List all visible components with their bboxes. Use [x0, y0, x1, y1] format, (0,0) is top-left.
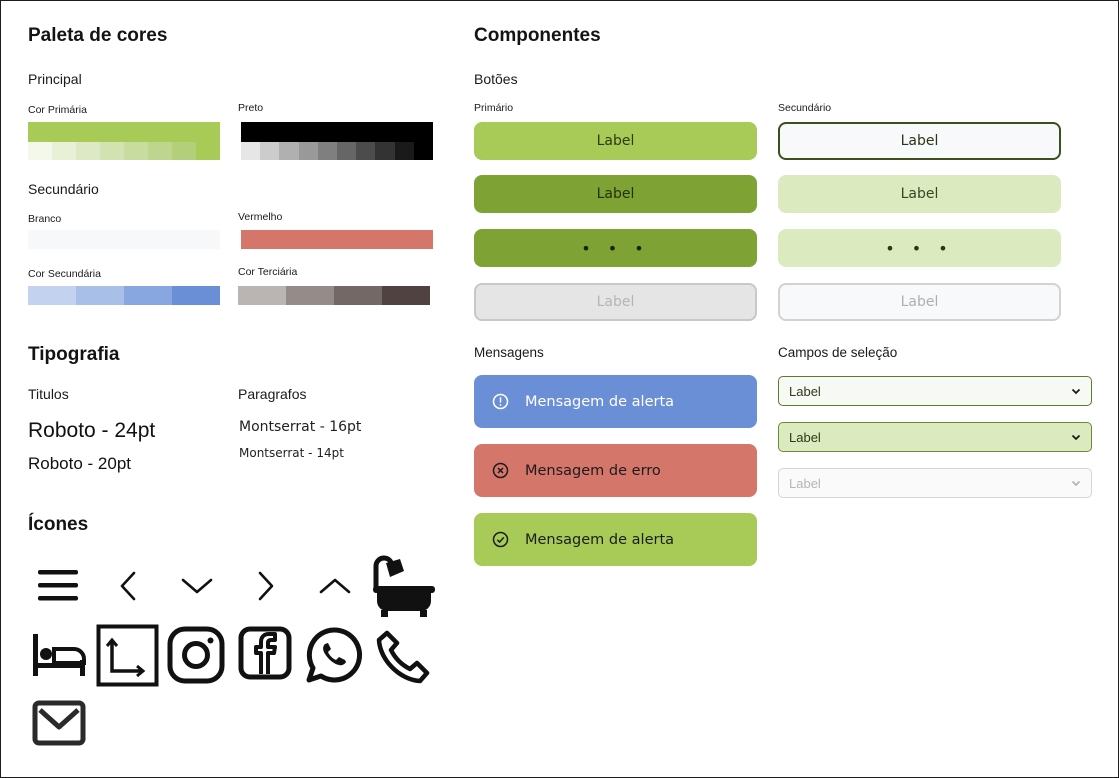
secondary-buttons-label: Secundário: [778, 102, 832, 114]
tertiary-color-label: Cor Terciária: [238, 266, 298, 278]
chevron-down-icon: [1071, 388, 1081, 394]
bed-icon: [33, 634, 86, 676]
white-color-swatch: [28, 230, 220, 249]
primary-color-swatch: [28, 122, 220, 142]
primary-shades: [28, 142, 220, 160]
primary-button-loading[interactable]: • • •: [474, 229, 757, 267]
color-swatch: [100, 142, 124, 160]
buttons-label: Botões: [474, 71, 518, 87]
bathtub-icon: [373, 555, 435, 617]
error-message-text: Mensagem de erro: [525, 462, 661, 479]
facebook-icon[interactable]: [238, 626, 292, 680]
phone-icon[interactable]: [375, 629, 431, 685]
components-title: Componentes: [474, 25, 601, 46]
chevron-down-icon[interactable]: [180, 576, 214, 596]
select-value: Label: [789, 383, 821, 399]
color-swatch: [356, 142, 376, 160]
color-swatch: [52, 142, 76, 160]
color-swatch: [298, 142, 318, 160]
color-swatch: [238, 286, 286, 305]
color-swatch: [334, 286, 382, 305]
messages-label: Mensagens: [474, 345, 544, 360]
menu-icon[interactable]: [36, 568, 80, 604]
color-swatch: [241, 142, 261, 160]
success-message: Mensagem de alerta: [474, 513, 757, 566]
select-field-default[interactable]: Label: [778, 376, 1092, 406]
paragrafos-label: Paragrafos: [238, 386, 307, 402]
select-value: Label: [789, 475, 821, 491]
primary-button-disabled[interactable]: Label: [474, 283, 757, 321]
heading-24-sample: Roboto - 24pt: [28, 419, 156, 442]
chevron-up-icon[interactable]: [318, 576, 352, 596]
typography-title: Tipografia: [28, 344, 120, 365]
chevron-right-icon[interactable]: [254, 570, 278, 602]
area-icon: [96, 624, 159, 687]
info-icon: [492, 393, 509, 410]
palette-title: Paleta de cores: [28, 25, 168, 46]
secondary-color-label: Cor Secundária: [28, 268, 101, 280]
secondary-button-disabled[interactable]: Label: [778, 283, 1061, 321]
color-swatch: [260, 142, 280, 160]
tertiary-shades: [238, 286, 430, 305]
success-message-text: Mensagem de alerta: [525, 531, 675, 548]
primary-button-hover[interactable]: Label: [474, 175, 757, 213]
color-swatch: [28, 142, 52, 160]
chevron-down-icon: [1071, 434, 1081, 440]
chevron-left-icon[interactable]: [116, 570, 140, 602]
color-swatch: [286, 286, 334, 305]
paragraph-16-sample: Montserrat - 16pt: [239, 419, 362, 435]
color-swatch: [317, 142, 338, 160]
color-swatch: [124, 286, 172, 305]
mail-icon[interactable]: [32, 700, 86, 746]
whatsapp-icon[interactable]: [304, 625, 364, 685]
color-swatch: [196, 142, 220, 160]
principal-label: Principal: [28, 71, 82, 87]
select-value: Label: [789, 429, 821, 445]
black-shades: [241, 142, 434, 160]
check-circle-icon: [492, 531, 509, 548]
color-swatch: [76, 142, 100, 160]
close-circle-icon: [492, 462, 509, 479]
instagram-icon[interactable]: [167, 626, 225, 684]
secondary-button-loading[interactable]: • • •: [778, 229, 1061, 267]
select-field-active[interactable]: Label: [778, 422, 1092, 452]
color-swatch: [148, 142, 172, 160]
black-color-swatch: [241, 122, 433, 142]
alert-message-text: Mensagem de alerta: [525, 393, 675, 410]
error-message: Mensagem de erro: [474, 444, 757, 497]
white-color-label: Branco: [28, 213, 62, 225]
color-swatch: [76, 286, 124, 305]
red-color-label: Vermelho: [238, 211, 283, 223]
color-swatch: [172, 286, 220, 305]
black-color-label: Preto: [238, 102, 264, 114]
alert-message: Mensagem de alerta: [474, 375, 757, 428]
titulos-label: Titulos: [28, 386, 69, 402]
primary-button-default[interactable]: Label: [474, 122, 757, 160]
color-swatch: [375, 142, 395, 160]
color-swatch: [382, 286, 430, 305]
paragraph-14-sample: Montserrat - 14pt: [239, 446, 344, 460]
primary-color-label: Cor Primária: [28, 104, 87, 116]
heading-20-sample: Roboto - 20pt: [28, 454, 132, 473]
selects-label: Campos de seleção: [778, 345, 898, 360]
primary-buttons-label: Primário: [474, 102, 514, 114]
color-swatch: [172, 142, 196, 160]
secondary-button-hover[interactable]: Label: [778, 175, 1061, 213]
color-swatch: [28, 286, 76, 305]
color-swatch: [279, 142, 299, 160]
red-color-swatch: [241, 230, 433, 249]
color-swatch: [124, 142, 148, 160]
icons-title: Ícones: [28, 514, 89, 535]
color-swatch: [337, 142, 357, 160]
select-field-disabled[interactable]: Label: [778, 468, 1092, 498]
secondary-shades: [28, 286, 220, 305]
color-swatch: [413, 142, 434, 160]
secondary-button-default[interactable]: Label: [778, 122, 1061, 160]
chevron-down-icon: [1071, 480, 1081, 486]
secundario-label: Secundário: [28, 181, 99, 197]
color-swatch: [394, 142, 414, 160]
